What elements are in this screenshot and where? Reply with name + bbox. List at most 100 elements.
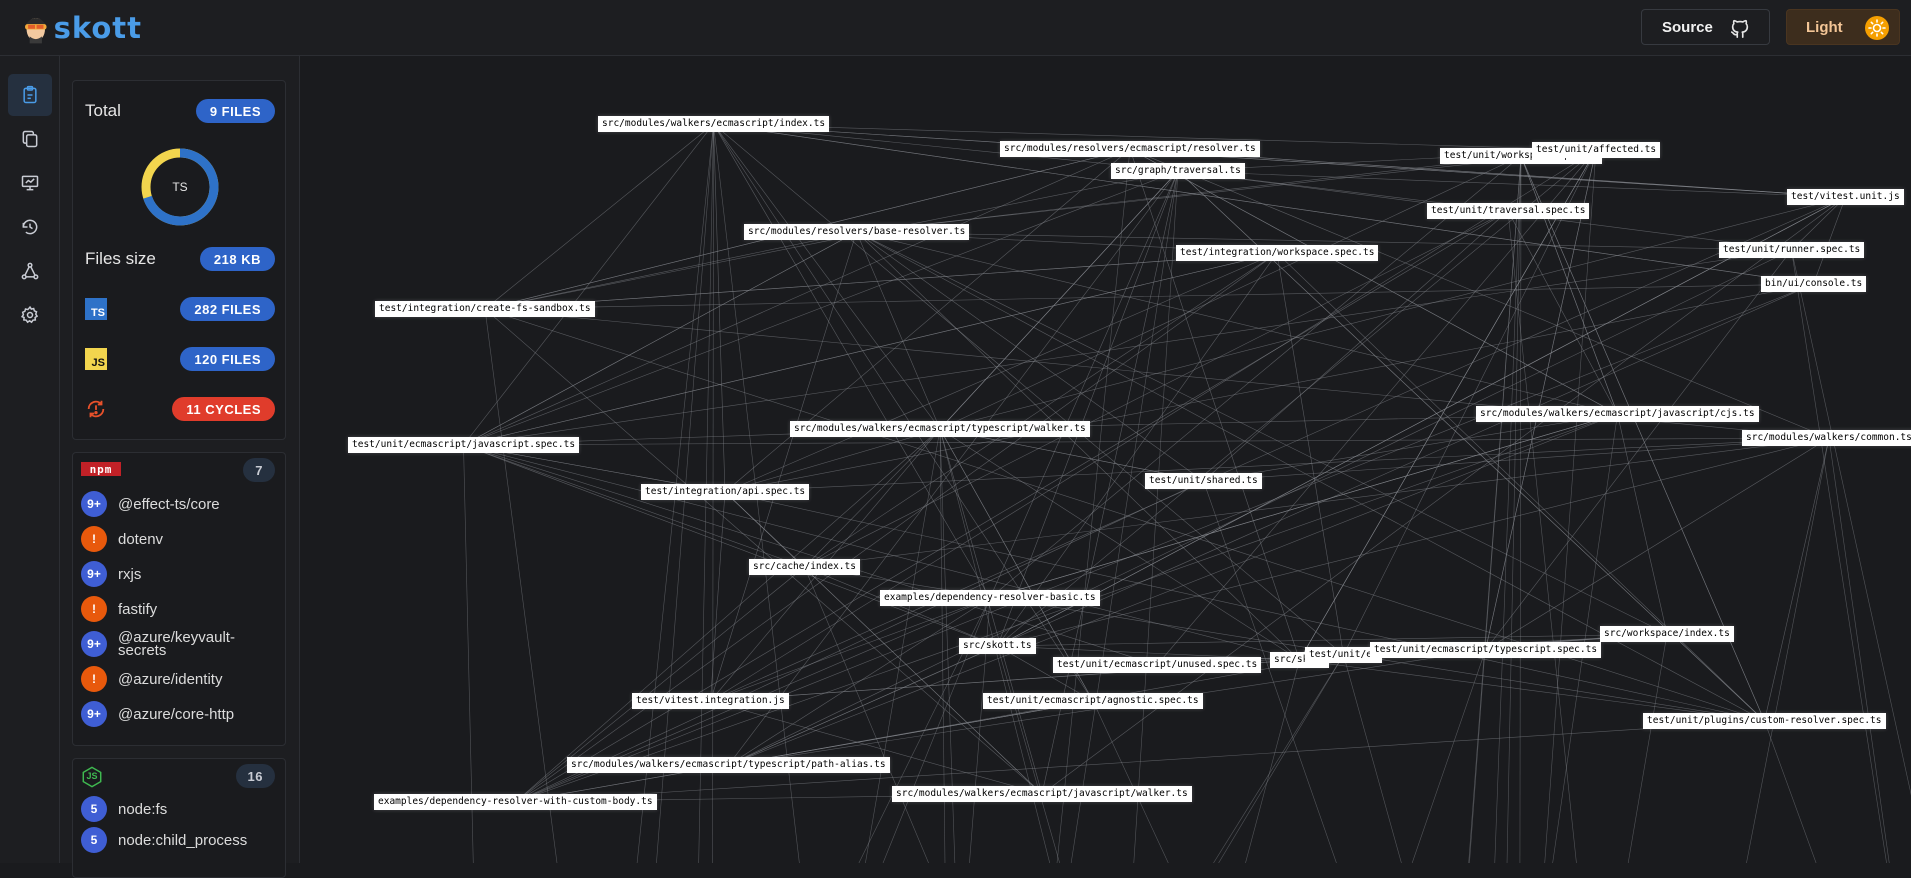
dependency-item[interactable]: 9+@effect-ts/core bbox=[81, 491, 220, 517]
graph-node[interactable]: src/modules/walkers/ecmascript/javascrip… bbox=[892, 786, 1192, 802]
graph-node[interactable]: bin/ui/console.ts bbox=[1761, 276, 1866, 292]
builtin-count-badge: 16 bbox=[236, 764, 275, 788]
dependency-name: fastify bbox=[118, 603, 157, 616]
total-label: Total bbox=[85, 101, 121, 121]
graph-edge bbox=[998, 171, 1179, 646]
graph-node[interactable]: src/modules/walkers/common.ts bbox=[1742, 430, 1911, 446]
skott-logo[interactable]: skott bbox=[22, 8, 142, 48]
graph-node[interactable]: test/vitest.unit.js bbox=[1787, 189, 1904, 205]
graph-node[interactable]: examples/dependency-resolver-basic.ts bbox=[880, 590, 1100, 606]
graph-edge bbox=[1829, 438, 1889, 863]
dependency-item[interactable]: 9+@azure/keyvault-secrets bbox=[81, 631, 238, 657]
graph-edge bbox=[1545, 150, 1596, 863]
graph-edge bbox=[516, 481, 1204, 802]
graph-edge bbox=[1245, 660, 1299, 863]
nodejs-logo-text: JS bbox=[81, 771, 103, 781]
graph-node[interactable]: test/vitest.integration.js bbox=[632, 693, 789, 709]
nodejs-logo-icon: JS bbox=[81, 766, 103, 788]
ts-files-badge: 282 FILES bbox=[180, 297, 275, 321]
cycles-row[interactable]: 11 CYCLES bbox=[85, 395, 275, 423]
dependency-item[interactable]: !@azure/identity bbox=[81, 666, 222, 692]
graph-node[interactable]: src/skott.ts bbox=[959, 638, 1036, 654]
files-size-label: Files size bbox=[85, 249, 156, 269]
graph-edge bbox=[714, 124, 991, 598]
graph-node[interactable]: test/unit/ecmascript/unused.spec.ts bbox=[1053, 657, 1261, 673]
files-size-badge: 218 KB bbox=[200, 247, 275, 271]
graph-edge bbox=[1093, 701, 1168, 863]
graph-node[interactable]: test/integration/workspace.spec.ts bbox=[1176, 245, 1378, 261]
graph-node[interactable]: src/modules/walkers/ecmascript/typescrip… bbox=[567, 757, 890, 773]
nav-presentation[interactable] bbox=[8, 162, 52, 204]
graph-edge bbox=[485, 124, 714, 309]
graph-edge bbox=[711, 701, 1043, 794]
graph-edge bbox=[485, 284, 1814, 309]
graph-node[interactable]: src/graph/traversal.ts bbox=[1111, 163, 1245, 179]
graph-node[interactable]: test/integration/create-fs-sandbox.ts bbox=[375, 301, 595, 317]
graph-node[interactable]: test/unit/affected.ts bbox=[1532, 142, 1660, 158]
graph-node[interactable]: test/unit/ecmascript/typescript.spec.ts bbox=[1370, 642, 1601, 658]
warning-badge: ! bbox=[81, 596, 107, 622]
dependency-item[interactable]: 9+@azure/core-http bbox=[81, 701, 234, 727]
npm-count-badge: 7 bbox=[243, 458, 275, 482]
donut-center-label: TS bbox=[172, 180, 187, 194]
dependency-name: @effect-ts/core bbox=[118, 498, 220, 511]
cycle-history-icon bbox=[20, 217, 40, 237]
graph-node[interactable]: src/modules/walkers/ecmascript/javascrip… bbox=[1476, 406, 1759, 422]
builtin-deps-card: JS 16 5node:fs 5node:child_process bbox=[72, 758, 286, 878]
graph-node[interactable]: src/modules/walkers/ecmascript/index.ts bbox=[598, 116, 829, 132]
graph-edge bbox=[1214, 655, 1344, 863]
theme-toggle-button[interactable]: Light bbox=[1786, 9, 1900, 45]
graph-node[interactable]: test/unit/plugins/custom-resolver.spec.t… bbox=[1643, 713, 1886, 729]
dependency-item[interactable]: 5node:fs bbox=[81, 796, 167, 822]
graph-node[interactable]: src/modules/resolvers/base-resolver.ts bbox=[744, 224, 969, 240]
graph-node[interactable]: test/unit/shared.ts bbox=[1145, 473, 1262, 489]
source-button[interactable]: Source bbox=[1641, 9, 1770, 45]
graph-edge bbox=[485, 309, 557, 863]
dependency-name: rxjs bbox=[118, 568, 141, 581]
graph-edge bbox=[1792, 250, 1911, 863]
cycles-badge: 11 CYCLES bbox=[172, 397, 275, 421]
graph-node[interactable]: test/unit/traversal.spec.ts bbox=[1427, 203, 1589, 219]
nav-cycles[interactable] bbox=[8, 206, 52, 248]
sun-icon bbox=[1865, 16, 1889, 40]
nav-graph[interactable] bbox=[8, 250, 52, 292]
graph-edge bbox=[725, 253, 1277, 492]
logo-text: skott bbox=[54, 11, 142, 45]
dependency-item[interactable]: ! fastify bbox=[81, 596, 157, 622]
nav-files[interactable] bbox=[8, 118, 52, 160]
dependency-name: @azure/core-http bbox=[118, 708, 234, 721]
graph-edge bbox=[516, 414, 1618, 802]
dependency-item[interactable]: 5node:child_process bbox=[81, 827, 247, 853]
dependency-item[interactable]: !dotenv bbox=[81, 526, 163, 552]
graph-node[interactable]: test/unit/runner.spec.ts bbox=[1719, 242, 1864, 258]
dependency-item[interactable]: 9+rxjs bbox=[81, 561, 141, 587]
graph-node[interactable]: src/workspace/index.ts bbox=[1600, 626, 1734, 642]
graph-edge bbox=[485, 171, 1178, 309]
graph-node[interactable]: examples/dependency-resolver-with-custom… bbox=[374, 794, 657, 810]
nav-rail bbox=[0, 56, 60, 863]
npm-logo-icon: npm bbox=[81, 462, 121, 476]
dependency-name: node:child_process bbox=[118, 834, 247, 847]
warning-badge: ! bbox=[81, 526, 107, 552]
graph-edge bbox=[485, 309, 1042, 794]
graph-edge bbox=[1344, 150, 1597, 655]
graph-edge bbox=[1521, 156, 1618, 414]
files-size-row: Files size 218 KB bbox=[85, 245, 275, 273]
dependency-name: @azure/identity bbox=[118, 673, 222, 686]
nav-settings[interactable] bbox=[8, 294, 52, 336]
graph-node[interactable]: src/modules/resolvers/ecmascript/resolve… bbox=[1000, 141, 1260, 157]
graph-edge bbox=[1765, 721, 1817, 863]
dependency-graph-canvas[interactable]: src/modules/walkers/ecmascript/index.ts s… bbox=[300, 56, 1911, 863]
file-type-donut: TS bbox=[140, 147, 220, 227]
graph-edge bbox=[940, 429, 1042, 794]
graph-node[interactable]: src/cache/index.ts bbox=[749, 559, 860, 575]
graph-node[interactable]: src/modules/walkers/ecmascript/typescrip… bbox=[790, 421, 1090, 437]
graph-node[interactable]: test/unit/ecmascript/agnostic.spec.ts bbox=[983, 693, 1203, 709]
nav-summary[interactable] bbox=[8, 74, 52, 116]
graph-node[interactable]: test/unit/ecmascript/javascript.spec.ts bbox=[348, 437, 579, 453]
graph-node[interactable]: test/integration/api.spec.ts bbox=[641, 484, 809, 500]
graph-edge bbox=[1765, 438, 1830, 721]
graph-edge bbox=[990, 156, 1521, 598]
graph-edges bbox=[300, 56, 1911, 863]
graph-edge bbox=[1130, 149, 1300, 660]
